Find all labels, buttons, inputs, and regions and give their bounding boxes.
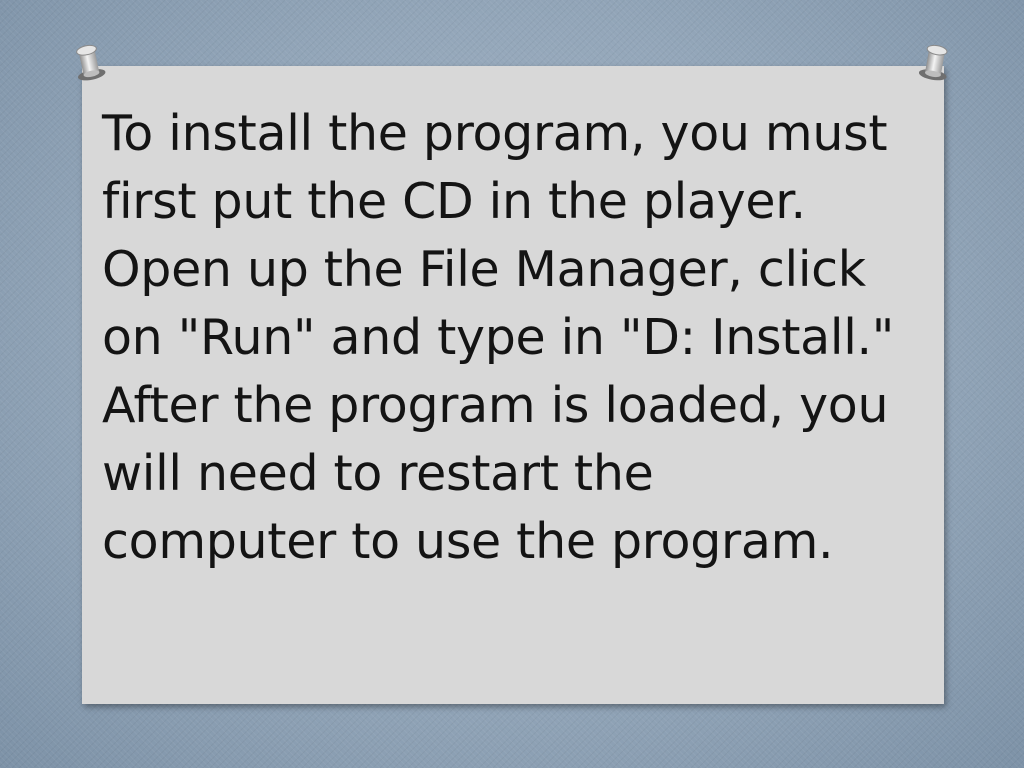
note-text: To install the program, you must first p… (102, 105, 895, 570)
pin-icon (918, 44, 948, 81)
note-card: To install the program, you must first p… (82, 66, 944, 704)
pin-icon (76, 44, 106, 81)
